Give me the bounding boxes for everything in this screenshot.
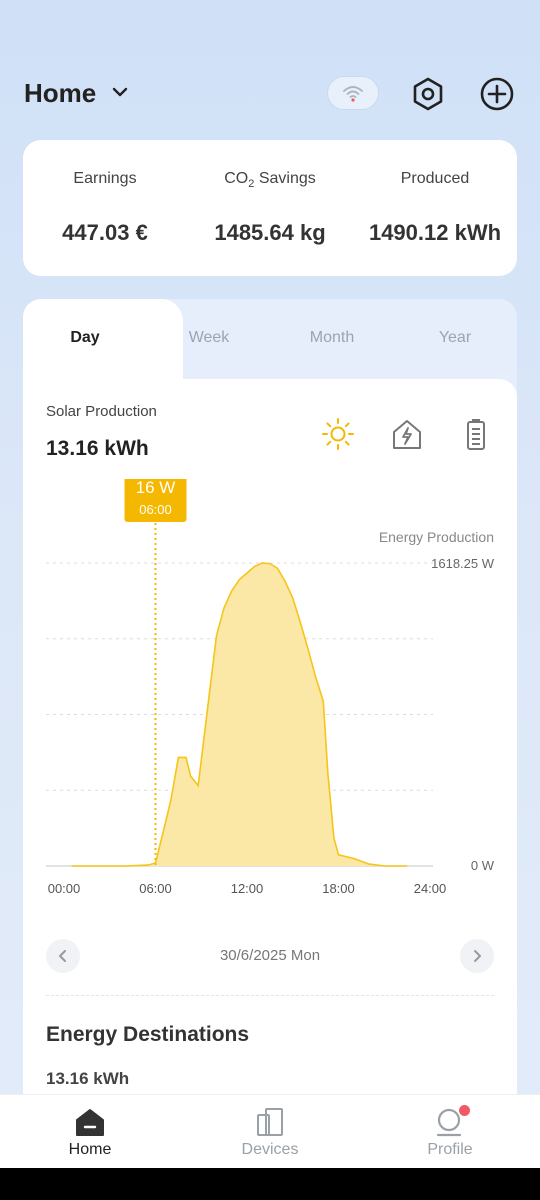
earnings-label: Earnings: [73, 170, 137, 187]
system-navigation-bar: [0, 1168, 540, 1200]
bottom-navigation: Home Devices Profile: [0, 1094, 540, 1168]
wifi-icon: [343, 86, 363, 102]
notification-badge: [459, 1105, 470, 1116]
hexagon-settings-icon[interactable]: [410, 76, 446, 112]
date-navigator: 30/6/2025 Mon: [46, 939, 494, 973]
panel-content: Solar Production 13.16 kWh Energy Produc…: [23, 379, 517, 1119]
tooltip-value: 16 W: [136, 479, 176, 497]
nav-home[interactable]: Home: [0, 1095, 180, 1169]
tab-year[interactable]: Year: [393, 329, 517, 347]
chevron-right-icon: [474, 950, 481, 962]
energy-destinations-title: Energy Destinations: [46, 1023, 250, 1046]
devices-icon: [257, 1108, 283, 1136]
home-icon: [76, 1109, 104, 1136]
energy-destinations-value: 13.16 kWh: [46, 1069, 130, 1088]
stats-card: Earnings 447.03 € CO2 Savings 1485.64 kg…: [23, 140, 517, 276]
produced-value: 1490.12 kWh: [368, 220, 502, 245]
tooltip-time: 06:00: [139, 502, 172, 517]
produced-label: Produced: [400, 170, 470, 187]
chevron-down-icon[interactable]: [110, 82, 130, 102]
nav-devices-label: Devices: [241, 1141, 299, 1158]
wifi-status-button[interactable]: [327, 76, 379, 110]
x-tick-label: 12:00: [231, 881, 264, 896]
earnings-value: 447.03 €: [62, 220, 148, 245]
nav-profile[interactable]: Profile: [360, 1095, 540, 1169]
sun-icon[interactable]: [321, 417, 355, 451]
energy-production-chart[interactable]: Energy Production 1618.25 W 0 W 00:00 06:00 1…: [23, 479, 517, 919]
tab-week[interactable]: Week: [147, 329, 271, 347]
production-panel: Day Week Month Year Solar Production 13.…: [23, 299, 517, 1119]
x-tick-label: 24:00: [414, 881, 447, 896]
selected-date[interactable]: 30/6/2025 Mon: [46, 947, 494, 964]
co2-value: 1485.64 kg: [214, 220, 326, 245]
nav-profile-label: Profile: [427, 1141, 473, 1158]
x-tick-label: 06:00: [139, 881, 172, 896]
plus-circle-icon[interactable]: [479, 76, 515, 112]
tab-day[interactable]: Day: [23, 329, 147, 347]
home-selector-label[interactable]: Home: [24, 78, 96, 109]
tab-month[interactable]: Month: [270, 329, 394, 347]
solar-production-value: 13.16 kWh: [46, 437, 149, 460]
y-max-label: 1618.25 W: [431, 556, 495, 571]
house-lightning-icon[interactable]: [390, 417, 424, 451]
section-divider: [46, 995, 494, 996]
nav-devices[interactable]: Devices: [180, 1095, 360, 1169]
x-tick-label: 00:00: [48, 881, 81, 896]
x-tick-label: 18:00: [322, 881, 355, 896]
solar-production-label: Solar Production: [46, 403, 157, 420]
co2-label: CO2 Savings: [224, 170, 316, 191]
nav-home-label: Home: [68, 1141, 112, 1158]
series-label: Energy Production: [379, 529, 494, 545]
app-header: Home: [24, 70, 516, 118]
next-day-button[interactable]: [460, 939, 494, 973]
battery-icon[interactable]: [459, 417, 493, 451]
y-min-label: 0 W: [471, 858, 495, 873]
